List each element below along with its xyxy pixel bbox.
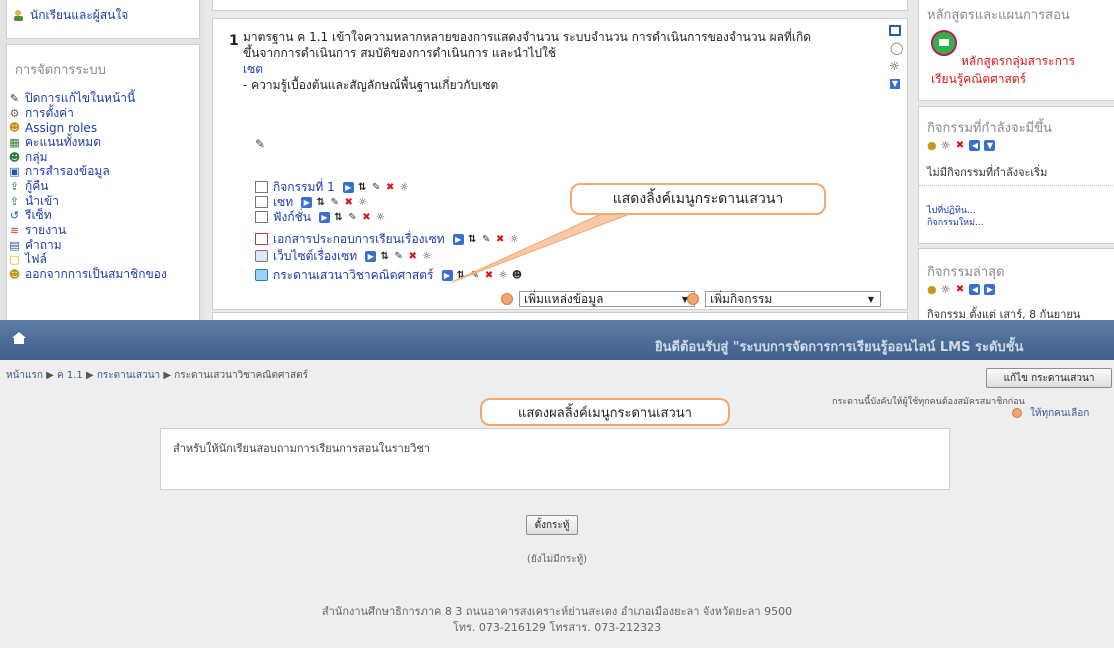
forced-subscription-note: กระดานนี้บังคับให้ผู้ใช้ทุกคนต้องสมัครสม…	[832, 397, 1025, 407]
forum-intro-box: สำหรับให้นักเรียนสอบถามการเรียนการสอนในร…	[160, 428, 950, 490]
delete-icon[interactable]: ✖	[954, 140, 965, 151]
callout-forum-link: แสดงลิ้งค์เมนูกระดานเสวนา	[570, 183, 826, 215]
home-icon[interactable]	[12, 332, 26, 347]
breadcrumb-sep: ▶	[46, 370, 57, 381]
divider	[919, 185, 1114, 186]
curriculum-link-line2[interactable]: เรียนรู้คณิตศาสตร์	[931, 70, 1026, 89]
subscription-choice-link[interactable]: ให้ทุกคนเลือก	[1030, 406, 1089, 421]
right-column: หลักสูตรและแผนการสอน หลักสูตรกลุ่มสาระกา…	[914, 0, 1114, 320]
assign-roles-icon[interactable]: ●	[927, 283, 937, 296]
delete-icon[interactable]: ✖	[954, 284, 965, 295]
breadcrumb-sep: ▶	[163, 370, 175, 381]
no-topics-text: (ยังไม่มีกระทู้)	[526, 554, 588, 565]
block-controls: ● ☼ ✖ ◀ ▼	[927, 139, 996, 152]
curriculum-link[interactable]: หลักสูตรกลุ่มสาระการ	[961, 52, 1075, 71]
forum-intro: สำหรับให้นักเรียนสอบถามการเรียนการสอนในร…	[173, 442, 431, 455]
help-icon[interactable]	[1012, 408, 1022, 418]
breadcrumb-home[interactable]: หน้าแรก	[6, 370, 43, 381]
block-controls: ● ☼ ✖ ◀ ▶	[927, 283, 996, 296]
footer-phone: โทร. 073-216129 โทรสาร. 073-212323	[452, 621, 662, 634]
new-event-link[interactable]: กิจกรรมใหม่...	[927, 215, 984, 229]
recent-title: กิจกรรมล่าสุด	[927, 265, 1005, 280]
breadcrumb-sep: ▶	[85, 370, 97, 381]
breadcrumb: หน้าแรก ▶ ค 1.1 ▶ กระดานเสวนา ▶ กระดานเส…	[6, 368, 308, 383]
move-left-icon[interactable]: ◀	[969, 140, 981, 151]
move-down-icon[interactable]: ▼	[984, 140, 996, 151]
recent-activity-block: กิจกรรมล่าสุด ● ☼ ✖ ◀ ▶ กิจกรรม ตั้งแต่ …	[918, 248, 1114, 320]
new-topic-button[interactable]: ตั้งกระทู้	[526, 515, 578, 535]
callout-forum-display: แสดงผลลิ้งค์เมนูกระดานเสวนา	[480, 398, 730, 426]
course-page-screenshot: นักเรียนและผู้สนใจ การจัดการระบบ ✎ ปิดการ…	[0, 0, 1114, 320]
breadcrumb-current: กระดานเสวนาวิชาคณิตศาสตร์	[174, 370, 308, 381]
curriculum-block: หลักสูตรและแผนการสอน หลักสูตรกลุ่มสาระกา…	[918, 0, 1114, 101]
move-right-icon[interactable]: ▶	[984, 284, 996, 295]
edit-forum-button[interactable]: แก้ไข กระดานเสวนา	[986, 368, 1112, 388]
header-title: ยินดีต้อนรับสู่ "ระบบการจัดการการเรียนรู…	[655, 340, 1024, 355]
forum-page-screenshot: ยินดีต้อนรับสู่ "ระบบการจัดการการเรียนรู…	[0, 320, 1114, 648]
upcoming-events-block: กิจกรรมที่กำลังจะมีขึ้น ● ☼ ✖ ◀ ▼ ไม่มีก…	[918, 106, 1114, 244]
breadcrumb-forums[interactable]: กระดานเสวนา	[97, 370, 160, 381]
move-left-icon[interactable]: ◀	[969, 284, 981, 295]
curriculum-icon	[931, 30, 957, 56]
upcoming-title: กิจกรรมที่กำลังจะมีขึ้น	[927, 121, 1052, 136]
breadcrumb-course[interactable]: ค 1.1	[57, 370, 83, 381]
recent-activity-text: กิจกรรม ตั้งแต่ เสาร์, 8 กันยายน	[927, 308, 1081, 320]
eye-icon[interactable]: ☼	[941, 283, 951, 296]
eye-icon[interactable]: ☼	[941, 139, 951, 152]
assign-roles-icon[interactable]: ●	[927, 139, 937, 152]
curriculum-block-title: หลักสูตรและแผนการสอน	[927, 8, 1070, 23]
header-bar: ยินดีต้อนรับสู่ "ระบบการจัดการการเรียนรู…	[0, 320, 1114, 360]
no-upcoming-text: ไม่มีกิจกรรมที่กำลังจะเริ่ม	[927, 166, 1048, 179]
